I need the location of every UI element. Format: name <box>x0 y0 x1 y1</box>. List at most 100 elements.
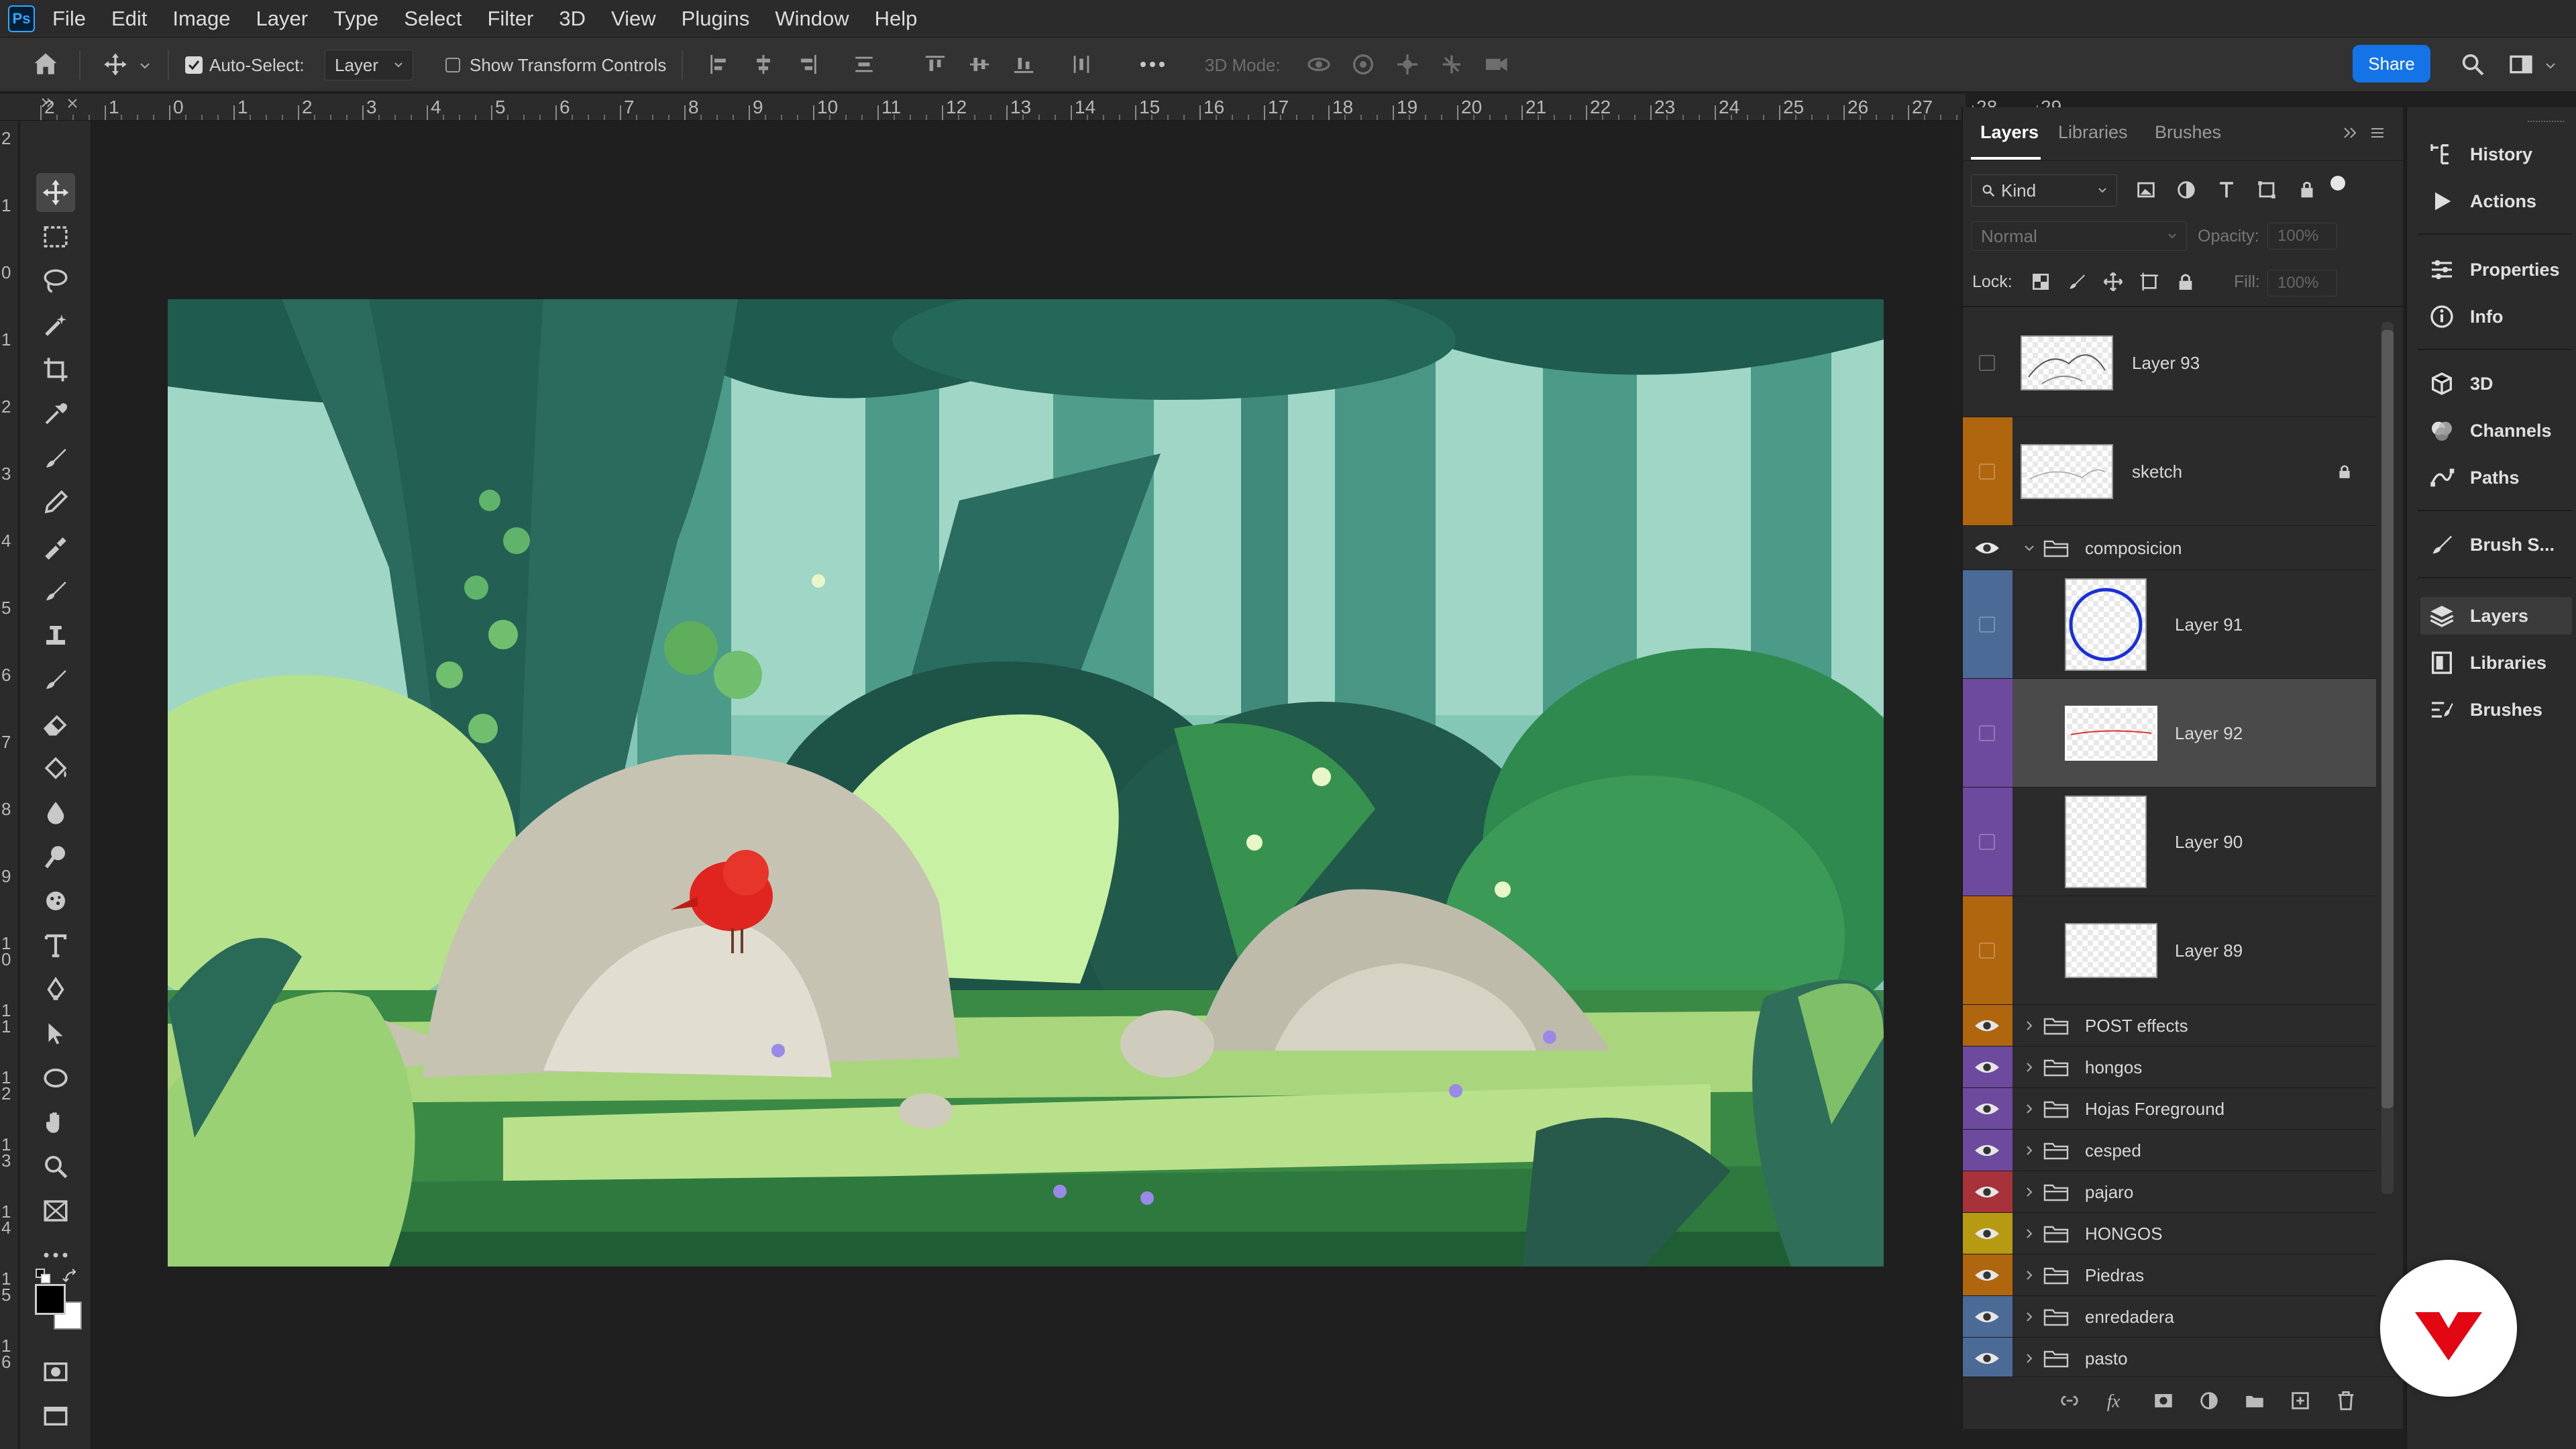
menu-type[interactable]: Type <box>333 7 378 31</box>
menu-edit[interactable]: Edit <box>111 7 147 31</box>
layer-row[interactable]: Layer 91 <box>1963 570 2376 679</box>
swap-colors-icon[interactable] <box>62 1268 79 1285</box>
layer-color-tag[interactable] <box>1963 679 2012 787</box>
quick-mask-button[interactable] <box>36 1352 75 1391</box>
filter-type-icon[interactable] <box>2215 178 2238 201</box>
chevron-right-icon[interactable] <box>2023 1061 2035 1073</box>
lock-all-icon[interactable] <box>2175 271 2196 292</box>
eraser-tool[interactable] <box>36 704 75 743</box>
layer-color-tag[interactable] <box>1963 309 2012 417</box>
lock-transparent-pixels-icon[interactable] <box>2030 271 2051 292</box>
dock-grip[interactable] <box>2528 121 2564 125</box>
visibility-toggle[interactable] <box>1979 834 1995 850</box>
layer-color-tag[interactable] <box>1963 788 2012 896</box>
sponge-tool[interactable] <box>36 881 75 920</box>
filter-adjustment-icon[interactable] <box>2175 178 2198 201</box>
layer-filter-dropdown[interactable]: Kind <box>1971 174 2117 207</box>
chevron-right-icon[interactable] <box>2023 1269 2035 1281</box>
eye-icon[interactable] <box>1974 1225 2000 1242</box>
align-top-icon[interactable] <box>920 50 950 79</box>
workspace-icon[interactable] <box>2506 50 2536 79</box>
auto-select-checkbox[interactable] <box>185 56 203 74</box>
layer-color-tag[interactable] <box>1963 1088 2012 1129</box>
filter-pixel-icon[interactable] <box>2135 178 2157 201</box>
layer-color-tag[interactable] <box>1963 1005 2012 1046</box>
visibility-toggle[interactable] <box>1979 464 1995 480</box>
zoom-tool[interactable] <box>36 1147 75 1186</box>
mixer-brush-tool[interactable] <box>36 660 75 699</box>
distribute-horizontal-icon[interactable] <box>1067 50 1096 79</box>
clone-stamp-tool[interactable] <box>36 527 75 566</box>
panel-menu-icon[interactable] <box>2369 126 2385 140</box>
lock-artboard-icon[interactable] <box>2139 271 2160 292</box>
type-tool[interactable] <box>36 926 75 965</box>
distribute-vertical-icon[interactable] <box>849 50 879 79</box>
eye-icon[interactable] <box>1974 1017 2000 1034</box>
link-layers-icon[interactable] <box>2058 1389 2081 1412</box>
pencil-tool[interactable] <box>36 483 75 522</box>
eye-icon[interactable] <box>1974 1142 2000 1159</box>
ellipse-tool[interactable] <box>36 1059 75 1097</box>
eye-icon[interactable] <box>1974 539 2000 557</box>
layer-color-tag[interactable] <box>1963 1296 2012 1337</box>
eye-icon[interactable] <box>1974 1183 2000 1201</box>
add-mask-icon[interactable] <box>2152 1389 2175 1412</box>
menu-select[interactable]: Select <box>404 7 462 31</box>
layers-scrollbar[interactable] <box>2381 322 2394 1194</box>
filter-toggle-icon[interactable] <box>2330 176 2345 191</box>
crop-tool[interactable] <box>36 350 75 389</box>
layer-row[interactable]: composicion <box>1963 526 2376 570</box>
default-colors-icon[interactable] <box>35 1268 52 1285</box>
home-icon[interactable] <box>31 50 60 79</box>
visibility-toggle[interactable] <box>1979 725 1995 741</box>
eye-icon[interactable] <box>1974 1350 2000 1367</box>
menu-image[interactable]: Image <box>172 7 230 31</box>
slide-3d-icon[interactable] <box>1437 50 1466 79</box>
eye-icon[interactable] <box>1974 1059 2000 1076</box>
layer-row[interactable]: pasto <box>1963 1338 2376 1379</box>
eye-icon[interactable] <box>1974 1308 2000 1326</box>
align-left-icon[interactable] <box>704 50 734 79</box>
new-group-icon[interactable] <box>2243 1389 2266 1412</box>
layer-row[interactable]: HONGOS <box>1963 1213 2376 1254</box>
dock-item-actions[interactable]: Actions <box>2420 182 2572 220</box>
visibility-toggle[interactable] <box>1979 355 1995 371</box>
visibility-toggle[interactable] <box>1979 943 1995 959</box>
close-icon[interactable] <box>66 97 79 110</box>
horizontal-ruler[interactable]: 2 1 0 1 2 3 4 5 6 7 8 9 10 11 12 13 14 15 16 17 18 19 20 21 22 23… <box>0 94 2086 121</box>
move-tool[interactable] <box>36 173 75 212</box>
menu-3d[interactable]: 3D <box>559 7 586 31</box>
dock-item-paths[interactable]: Paths <box>2420 459 2572 496</box>
layer-row[interactable]: cesped <box>1963 1130 2376 1171</box>
filter-smart-object-icon[interactable] <box>2296 178 2318 201</box>
align-bottom-icon[interactable] <box>1009 50 1038 79</box>
menu-layer[interactable]: Layer <box>256 7 309 31</box>
scrollbar-thumb[interactable] <box>2381 330 2394 1108</box>
layer-row[interactable]: Layer 93 <box>1963 309 2376 417</box>
blend-mode-dropdown[interactable]: Normal <box>1971 221 2187 251</box>
fx-icon[interactable]: fx <box>2105 1389 2131 1412</box>
share-button[interactable]: Share <box>2353 45 2430 83</box>
layer-row[interactable]: POST effects <box>1963 1005 2376 1046</box>
dock-item-info[interactable]: Info <box>2420 298 2572 335</box>
menu-plugins[interactable]: Plugins <box>682 7 750 31</box>
auto-select-target-dropdown[interactable]: Layer <box>325 50 413 80</box>
layer-color-tag[interactable] <box>1963 526 2012 570</box>
chevron-right-icon[interactable] <box>2023 1186 2035 1198</box>
filter-shape-icon[interactable] <box>2255 178 2278 201</box>
hand-tool[interactable] <box>36 1103 75 1142</box>
layer-color-tag[interactable] <box>1963 1046 2012 1087</box>
dodge-tool[interactable] <box>36 837 75 876</box>
trash-icon[interactable] <box>2334 1389 2357 1412</box>
fill-field[interactable]: 100% <box>2267 270 2337 297</box>
frame-tool[interactable] <box>36 1191 75 1230</box>
eyedropper-tool[interactable] <box>36 394 75 433</box>
dock-item-properties[interactable]: Properties <box>2420 251 2572 288</box>
layer-row[interactable]: Layer 92 <box>1963 679 2376 788</box>
dock-item-brush-s[interactable]: Brush S... <box>2420 526 2572 564</box>
lasso-tool[interactable] <box>36 262 75 301</box>
dock-item-layers[interactable]: Layers <box>2420 597 2572 635</box>
menu-window[interactable]: Window <box>775 7 849 31</box>
tab-layers[interactable]: Layers <box>1980 122 2039 143</box>
dock-item-brushes[interactable]: Brushes <box>2420 691 2572 729</box>
